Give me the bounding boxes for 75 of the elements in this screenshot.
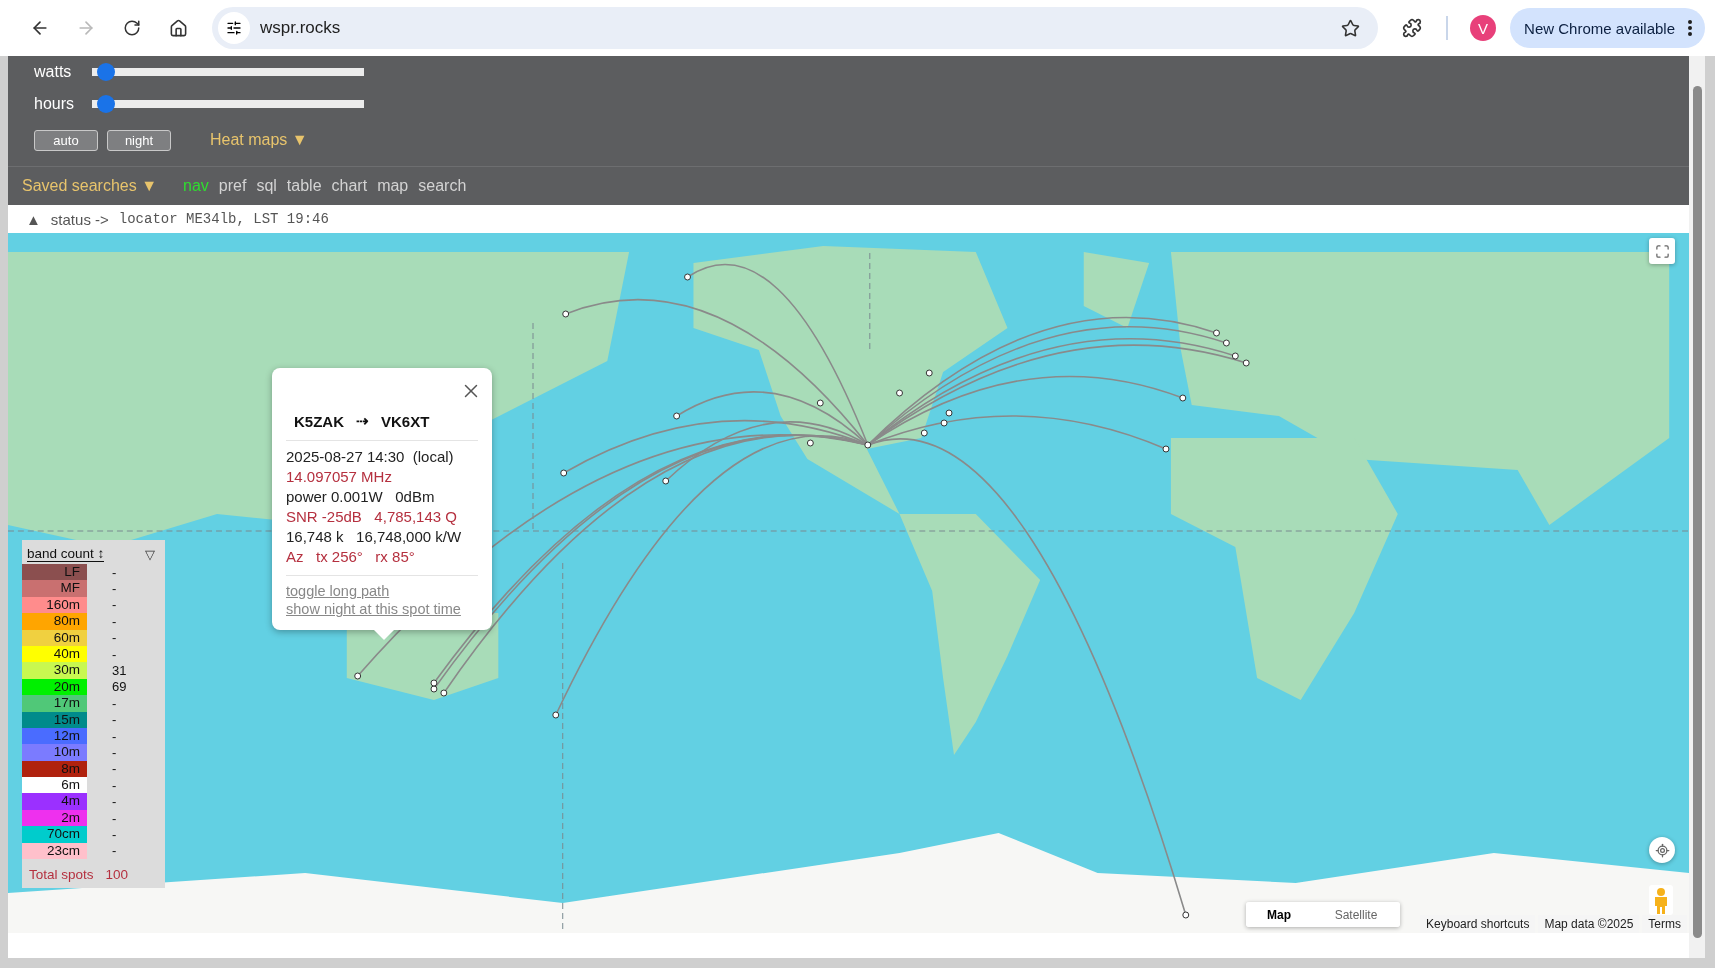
- address-bar[interactable]: wspr.rocks: [212, 7, 1379, 49]
- total-value: 100: [105, 867, 129, 883]
- slider-thumb[interactable]: [97, 95, 116, 113]
- band-count: -: [112, 810, 117, 826]
- collapse-toggle[interactable]: ▲: [26, 210, 41, 228]
- slider-label: watts: [34, 63, 73, 81]
- home-icon[interactable]: [168, 18, 188, 38]
- band-count: -: [112, 761, 117, 777]
- spot-detail: Az tx 256° rx 85°: [286, 547, 416, 567]
- band-swatch: 10m: [22, 744, 87, 761]
- band-swatch: 4m: [22, 793, 87, 810]
- spot-detail: 14.097057 MHz: [286, 467, 393, 487]
- band-count: -: [112, 646, 117, 662]
- band-swatch: 30m: [22, 662, 87, 679]
- spot-detail: 16,748 k 16,748,000 k/W: [286, 527, 463, 547]
- nav-tab[interactable]: chart: [331, 177, 368, 195]
- nav-tab[interactable]: map: [377, 177, 409, 195]
- band-count: -: [112, 728, 117, 744]
- band-swatch: 80m: [22, 613, 87, 630]
- nav-tab[interactable]: nav: [183, 177, 209, 195]
- url-text: wspr.rocks: [260, 18, 342, 38]
- heat-maps-link[interactable]: Heat maps ▼: [210, 131, 308, 149]
- scrollbar[interactable]: [1689, 56, 1705, 958]
- status-text: locator ME34lb, LST 19:46: [118, 211, 329, 227]
- band-count: -: [112, 581, 117, 597]
- popup-link[interactable]: toggle long path: [286, 582, 478, 600]
- band-count: -: [112, 794, 117, 810]
- mode-button[interactable]: night: [107, 129, 171, 151]
- band-swatch: 6m: [22, 777, 87, 794]
- band-count: -: [112, 630, 117, 646]
- band-count: -: [112, 597, 117, 613]
- band-count: -: [112, 745, 117, 760]
- total-label: Total spots: [29, 867, 94, 883]
- receiver-callsign: VK6XT: [381, 412, 430, 430]
- fullscreen-button[interactable]: [1649, 238, 1675, 264]
- band-count: -: [112, 695, 117, 711]
- band-swatch: MF: [22, 580, 87, 597]
- menu-icon[interactable]: [1688, 20, 1692, 36]
- popup-link[interactable]: show night at this spot time: [286, 600, 478, 618]
- spot-detail: 2025-08-27 14:30 (local): [286, 447, 455, 467]
- mode-button[interactable]: auto: [34, 129, 98, 151]
- site-settings-icon[interactable]: [218, 12, 250, 44]
- band-count: -: [112, 564, 117, 580]
- band-count: -: [112, 777, 117, 793]
- map-type-button[interactable]: Satellite: [1312, 902, 1400, 927]
- filter-button[interactable]: ▽: [145, 546, 155, 562]
- band-count: 31: [112, 663, 127, 679]
- spot-detail: power 0.001W 0dBm: [286, 487, 436, 507]
- status-label: status ->: [50, 210, 109, 228]
- nav-tab[interactable]: table: [286, 177, 322, 195]
- profile-avatar[interactable]: V: [1470, 15, 1497, 41]
- sender-callsign: K5ZAK: [294, 412, 344, 430]
- nav-tab[interactable]: sql: [256, 177, 277, 195]
- locate-button[interactable]: [1649, 837, 1675, 863]
- band-count: -: [112, 843, 117, 859]
- band-count: -: [112, 826, 117, 842]
- fullscreen-icon[interactable]: [1654, 243, 1670, 259]
- crosshair-icon[interactable]: [1654, 842, 1670, 858]
- direction-arrow: ⇢: [356, 412, 369, 430]
- band-swatch: 70cm: [22, 826, 87, 843]
- reload-icon[interactable]: [123, 19, 141, 37]
- saved-searches-link[interactable]: Saved searches ▼: [22, 177, 157, 195]
- map-type-button[interactable]: Map: [1246, 902, 1312, 927]
- slider-label: hours: [34, 95, 76, 113]
- band-count: 69: [112, 679, 127, 695]
- band-count: -: [112, 712, 117, 728]
- band-swatch: 17m: [22, 695, 87, 712]
- sort-header[interactable]: band count ↕: [27, 546, 105, 562]
- band-count: -: [112, 613, 117, 629]
- update-button[interactable]: New Chrome available: [1510, 8, 1705, 48]
- slider-thumb[interactable]: [97, 63, 116, 81]
- nav-tab[interactable]: pref: [218, 177, 247, 195]
- nav-tab[interactable]: search: [418, 177, 467, 195]
- spot-detail: SNR -25dB 4,785,143 Q: [286, 507, 458, 527]
- band-swatch: LF: [22, 564, 87, 581]
